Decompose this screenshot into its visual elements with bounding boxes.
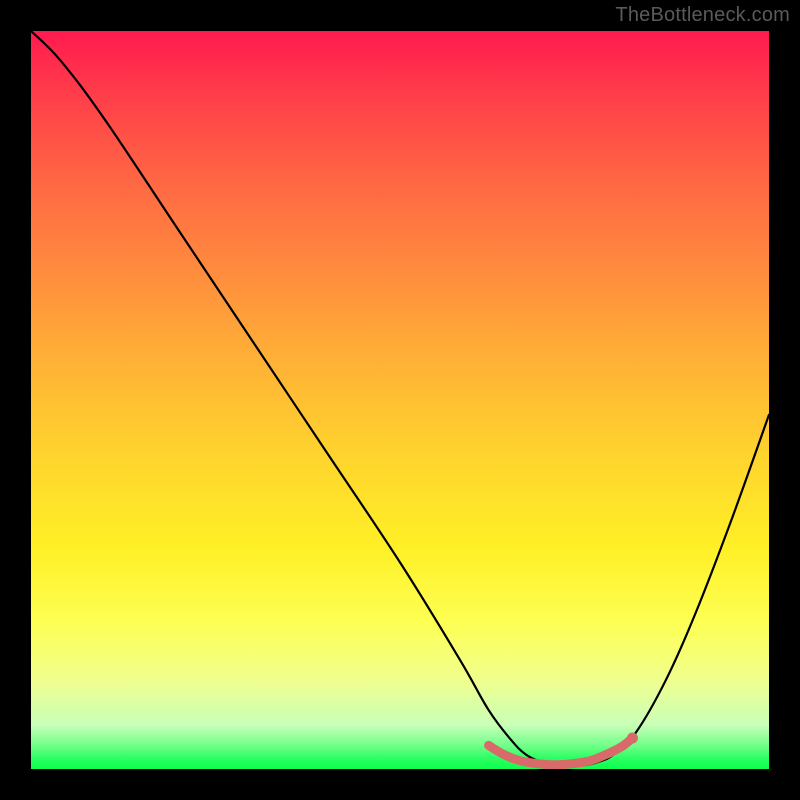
curve-layer (31, 31, 769, 769)
chart-frame: TheBottleneck.com (0, 0, 800, 800)
plot-area (31, 31, 769, 769)
watermark-text: TheBottleneck.com (615, 4, 790, 27)
marker-end-dot (627, 733, 638, 744)
bottleneck-curve (31, 31, 769, 766)
optimal-zone-dots (627, 733, 638, 744)
optimal-zone-marker (489, 738, 633, 765)
